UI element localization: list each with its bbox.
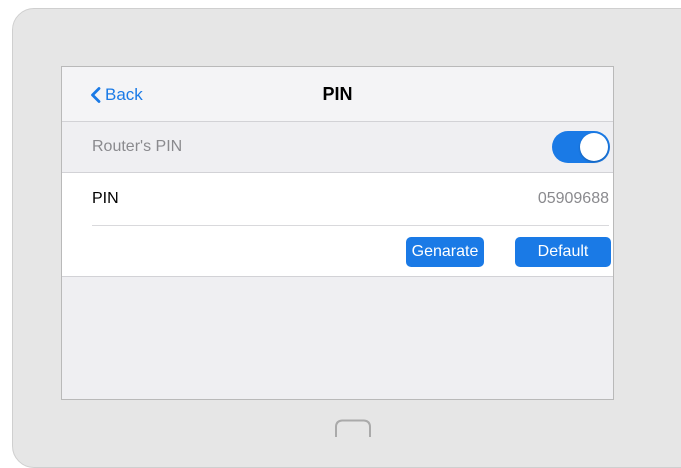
pin-label: PIN [92, 190, 119, 207]
pin-settings-card: PIN 05909688 Genarate Default [62, 173, 613, 277]
toggle-knob [580, 133, 608, 161]
home-button-icon[interactable] [334, 418, 372, 438]
pin-value: 05909688 [537, 190, 609, 207]
navigation-bar: Back PIN [62, 67, 613, 122]
generate-button[interactable]: Genarate [406, 237, 484, 267]
router-pin-label: Router's PIN [92, 138, 183, 155]
screen: Back PIN Router's PIN PIN 05909688 Genar… [61, 66, 614, 400]
pin-row: PIN 05909688 [92, 173, 609, 226]
router-pin-row: Router's PIN [62, 122, 613, 173]
router-pin-toggle[interactable] [552, 131, 610, 163]
page-title: PIN [322, 84, 353, 104]
default-button[interactable]: Default [515, 237, 611, 267]
